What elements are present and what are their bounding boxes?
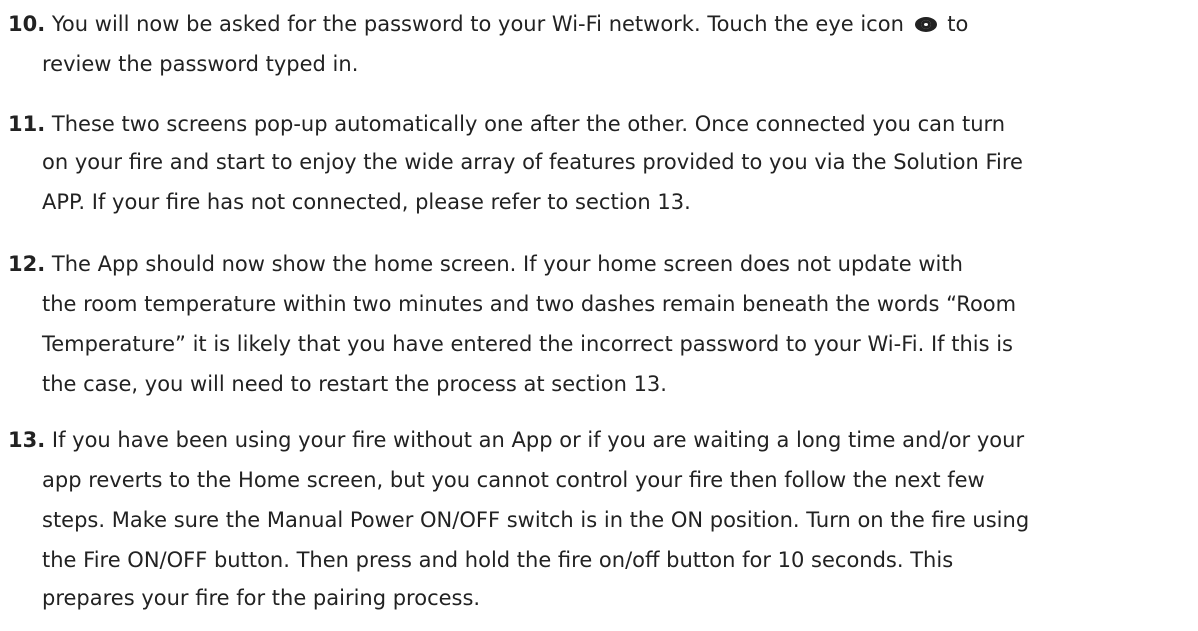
step-10-line-1: 10. You will now be asked for the passwo… xyxy=(8,12,968,36)
step-text: These two screens pop-up automatically o… xyxy=(51,112,1006,136)
step-text: on your fire and start to enjoy the wide… xyxy=(42,150,1023,174)
step-text: You will now be asked for the password t… xyxy=(51,12,904,36)
step-text: prepares your fire for the pairing proce… xyxy=(42,586,481,610)
step-12-line-1: 12. The App should now show the home scr… xyxy=(8,252,963,276)
step-text: steps. Make sure the Manual Power ON/OFF… xyxy=(42,508,1030,532)
step-number: 13. xyxy=(8,428,46,452)
step-13-line-1: 13. If you have been using your fire wit… xyxy=(8,428,1024,452)
step-text: the room temperature within two minutes … xyxy=(42,292,1017,316)
step-text: review the password typed in. xyxy=(42,52,359,76)
step-text: APP. If your fire has not connected, ple… xyxy=(42,190,691,214)
step-11-line-1: 11. These two screens pop-up automatical… xyxy=(8,112,1005,136)
step-text: the Fire ON/OFF button. Then press and h… xyxy=(42,548,954,572)
step-number: 11. xyxy=(8,112,46,136)
eye-icon xyxy=(914,17,937,32)
step-number: 12. xyxy=(8,252,46,276)
step-text: the case, you will need to restart the p… xyxy=(42,372,667,396)
instructions-page: 10. You will now be asked for the passwo… xyxy=(0,0,1198,631)
step-text: app reverts to the Home screen, but you … xyxy=(42,468,985,492)
step-text: Temperature” it is likely that you have … xyxy=(42,332,1013,356)
step-text: The App should now show the home screen.… xyxy=(51,252,963,276)
step-text: to xyxy=(947,12,969,36)
step-text: If you have been using your fire without… xyxy=(51,428,1025,452)
step-number: 10. xyxy=(8,12,46,36)
